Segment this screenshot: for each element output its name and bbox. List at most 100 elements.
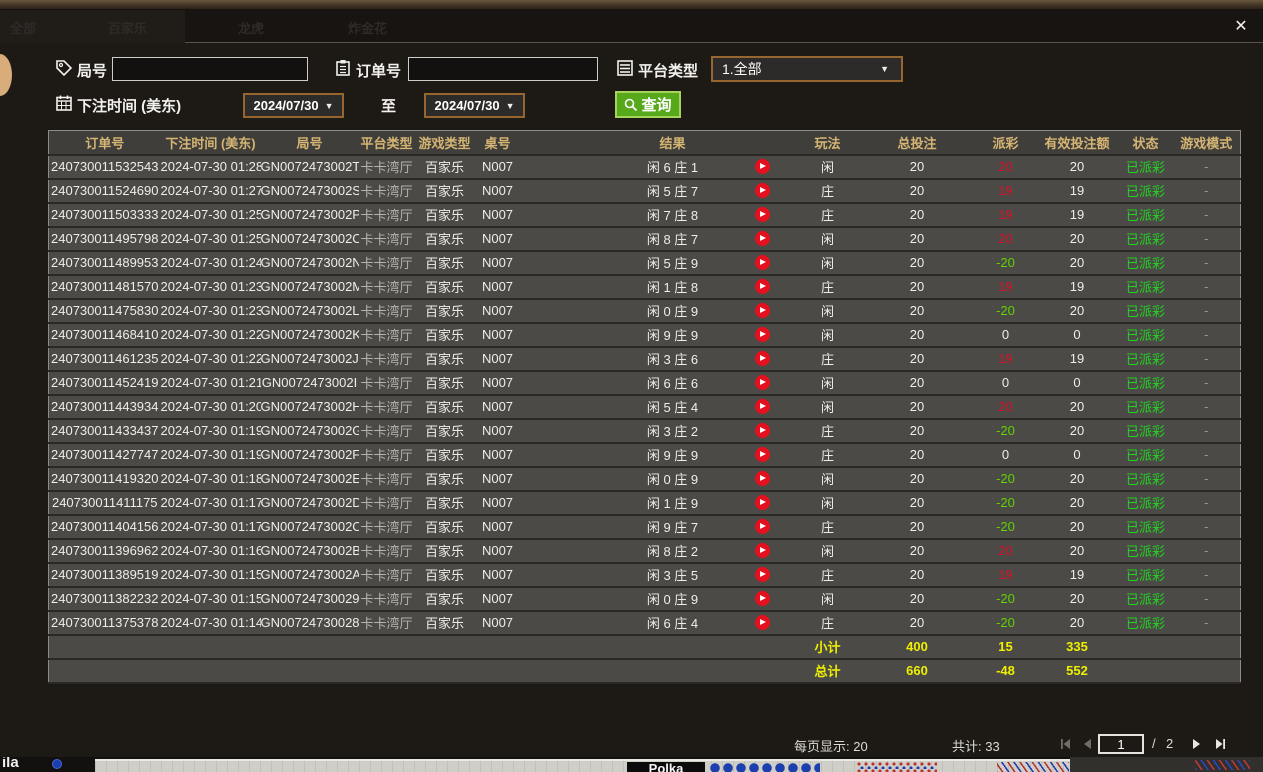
game-type-cell: 百家乐 [414, 250, 475, 276]
clipboard-icon [334, 59, 352, 77]
replay-video-icon[interactable] [754, 183, 770, 198]
close-icon[interactable]: ✕ [1229, 15, 1253, 39]
result-text: 闲 0 庄 9 [646, 472, 699, 487]
replay-video-icon[interactable] [754, 375, 770, 390]
replay-video-icon[interactable] [754, 159, 770, 174]
replay-video-icon[interactable] [754, 327, 770, 342]
replay-video-icon[interactable] [754, 471, 770, 486]
background-tab-all: 全部 [10, 21, 37, 36]
table-no-cell: N007 [474, 490, 521, 516]
order-id-cell: 240730011532543 [48, 154, 161, 180]
status-cell: 已派彩 [1118, 346, 1173, 372]
replay-video-icon[interactable] [754, 567, 770, 582]
last-page-button[interactable] [1214, 737, 1228, 751]
column-header: 结果 [520, 130, 797, 156]
table-no-cell: N007 [474, 154, 521, 180]
game-mode-cell: - [1172, 274, 1241, 300]
bet-time-cell: 2024-07-30 01:20:45 [160, 394, 261, 420]
next-page-button[interactable] [1190, 737, 1204, 751]
bet-time-cell: 2024-07-30 01:27:30 [160, 178, 261, 204]
platform-cell: 卡卡湾厅 [358, 466, 415, 492]
payout-cell: 0 [975, 442, 1036, 468]
total-bet-cell: 20 [858, 418, 976, 444]
empty-cell [48, 634, 161, 660]
status-cell: 已派彩 [1118, 370, 1173, 396]
replay-video-icon[interactable] [754, 447, 770, 462]
game-mode-cell: - [1172, 202, 1241, 228]
table-no-cell: N007 [474, 202, 521, 228]
table-no-cell: N007 [474, 322, 521, 348]
column-header: 游戏模式 [1172, 130, 1241, 156]
round-id-cell: GN0072473002F [260, 442, 359, 468]
table-row: 2407300115325432024-07-30 01:28:08GN0072… [48, 154, 1241, 180]
replay-video-icon[interactable] [754, 279, 770, 294]
round-id-cell: GN0072473002L [260, 298, 359, 324]
replay-video-icon[interactable] [754, 423, 770, 438]
replay-video-icon[interactable] [754, 519, 770, 534]
replay-video-icon[interactable] [754, 399, 770, 414]
bet-time-cell: 2024-07-30 01:15:55 [160, 562, 261, 588]
game-mode-cell: - [1172, 466, 1241, 492]
result-text: 闲 9 庄 9 [646, 328, 699, 343]
game-mode-cell: - [1172, 562, 1241, 588]
order-id-cell: 240730011475830 [48, 298, 161, 324]
result-text: 闲 3 庄 6 [646, 352, 699, 367]
page-number-input[interactable] [1098, 734, 1144, 754]
replay-video-icon[interactable] [754, 351, 770, 366]
replay-video-icon[interactable] [754, 303, 770, 318]
table-no-cell: N007 [474, 562, 521, 588]
platform-cell: 卡卡湾厅 [358, 202, 415, 228]
bet-time-cell: 2024-07-30 01:24:39 [160, 250, 261, 276]
order-no-input[interactable] [408, 57, 598, 81]
bet-time-cell: 2024-07-30 01:17:51 [160, 490, 261, 516]
replay-video-icon[interactable] [754, 255, 770, 270]
play-type-cell: 闲 [796, 538, 859, 564]
bet-time-cell: 2024-07-30 01:19:16 [160, 442, 261, 468]
replay-video-icon[interactable] [754, 207, 770, 222]
status-cell: 已派彩 [1118, 514, 1173, 540]
order-id-cell: 240730011389519 [48, 562, 161, 588]
table-header-row: 订单号 下注时间 (美东) 局号 平台类型 游戏类型 桌号 结果 玩法 总投注 派彩 有效投注额 状态… [48, 130, 1241, 156]
search-button[interactable]: 查询 [615, 91, 681, 118]
game-mode-cell: - [1172, 178, 1241, 204]
valid-bet-cell: 20 [1035, 154, 1119, 180]
game-type-cell: 百家乐 [414, 490, 475, 516]
replay-video-icon[interactable] [754, 591, 770, 606]
table-row: 2407300114041562024-07-30 01:17:16GN0072… [48, 514, 1241, 540]
payout-cell: 20 [975, 394, 1036, 420]
game-mode-cell: - [1172, 442, 1241, 468]
prev-page-button[interactable] [1080, 737, 1094, 751]
date-from-select[interactable]: 2024/07/30 ▼ [243, 93, 344, 118]
payout-cell: -20 [975, 490, 1036, 516]
platform-cell: 卡卡湾厅 [358, 418, 415, 444]
payout-cell: 20 [975, 538, 1036, 564]
payout-cell: -20 [975, 250, 1036, 276]
replay-video-icon[interactable] [754, 543, 770, 558]
result-cell: 闲 8 庄 2 [520, 538, 797, 564]
replay-video-icon[interactable] [754, 615, 770, 630]
date-to-select[interactable]: 2024/07/30 ▼ [424, 93, 525, 118]
result-text: 闲 5 庄 9 [646, 256, 699, 271]
play-type-cell: 闲 [796, 226, 859, 252]
result-text: 闲 3 庄 5 [646, 568, 699, 583]
round-id-cell: GN0072473002O [260, 226, 359, 252]
order-id-cell: 240730011411175 [48, 490, 161, 516]
round-no-input[interactable] [112, 57, 308, 81]
platform-type-select[interactable]: 1.全部 ▼ [711, 56, 903, 82]
empty-cell [358, 658, 415, 684]
background-marker-icon [52, 759, 62, 769]
total-count-label: 共计: 33 [952, 739, 1000, 754]
first-page-button[interactable] [1058, 737, 1072, 751]
payout-cell: -20 [975, 610, 1036, 636]
table-row: 2407300113753782024-07-30 01:14:44GN0072… [48, 610, 1241, 636]
replay-video-icon[interactable] [754, 231, 770, 246]
replay-video-icon[interactable] [754, 495, 770, 510]
column-header: 局号 [260, 130, 359, 156]
play-type-cell: 闲 [796, 370, 859, 396]
empty-cell [520, 658, 797, 684]
bet-time-cell: 2024-07-30 01:18:35 [160, 466, 261, 492]
game-mode-cell: - [1172, 154, 1241, 180]
background-road-slashes [997, 762, 1069, 772]
empty-cell [48, 658, 161, 684]
bet-time-cell: 2024-07-30 01:17:16 [160, 514, 261, 540]
